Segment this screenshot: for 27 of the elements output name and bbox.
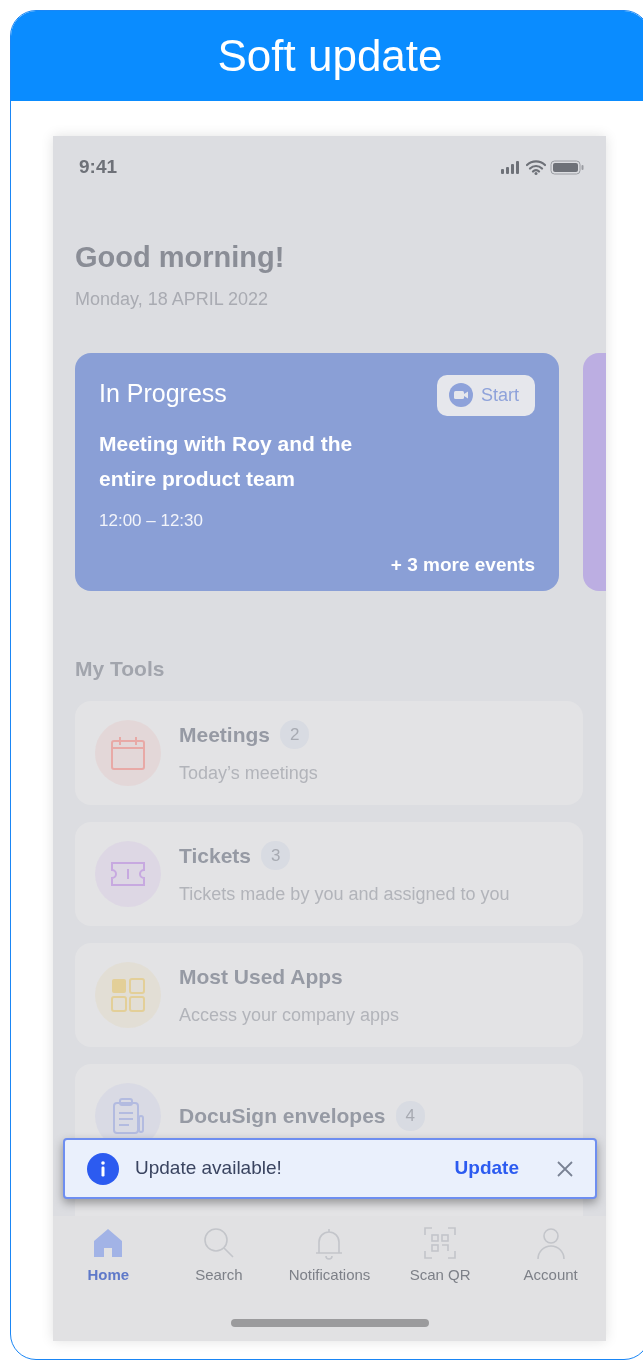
event-title: Meeting with Roy and the entire product team — [99, 430, 354, 492]
section-title: My Tools — [75, 655, 166, 682]
event-card[interactable]: In Progress Start Meeting with Roy and the entire product team 12:00 – 12:30 + 3 more events — [75, 352, 559, 591]
tab-item[interactable]: Home — [55, 1226, 161, 1287]
tab-item[interactable]: Account — [498, 1226, 604, 1287]
tool-name: Tickets — [179, 842, 251, 869]
tab-item[interactable]: Scan QR — [387, 1226, 493, 1287]
greeting-title: Good morning! — [75, 240, 286, 275]
start-button[interactable]: Start — [437, 374, 535, 416]
tab-item[interactable]: Notifications — [277, 1226, 382, 1287]
status-time: 9:41 — [79, 154, 118, 179]
qr-code-icon — [423, 1226, 458, 1260]
battery-icon — [550, 159, 584, 175]
video-icon — [449, 383, 473, 407]
search-icon — [201, 1226, 236, 1260]
tool-name: Meetings — [179, 721, 270, 748]
wifi-icon — [526, 159, 546, 175]
tool-name: Most Used Apps — [179, 963, 343, 990]
tool-name: DocuSign envelopes — [179, 1103, 386, 1130]
tab-item[interactable]: Search — [166, 1226, 272, 1287]
close-icon — [557, 1161, 573, 1178]
signal-icon — [500, 160, 522, 174]
event-status: In Progress — [99, 377, 227, 409]
info-icon — [87, 1152, 119, 1185]
header-title: Soft update — [11, 11, 643, 101]
more-events-link[interactable]: + 3 more events — [99, 551, 535, 580]
event-time: 12:00 – 12:30 — [99, 509, 204, 532]
